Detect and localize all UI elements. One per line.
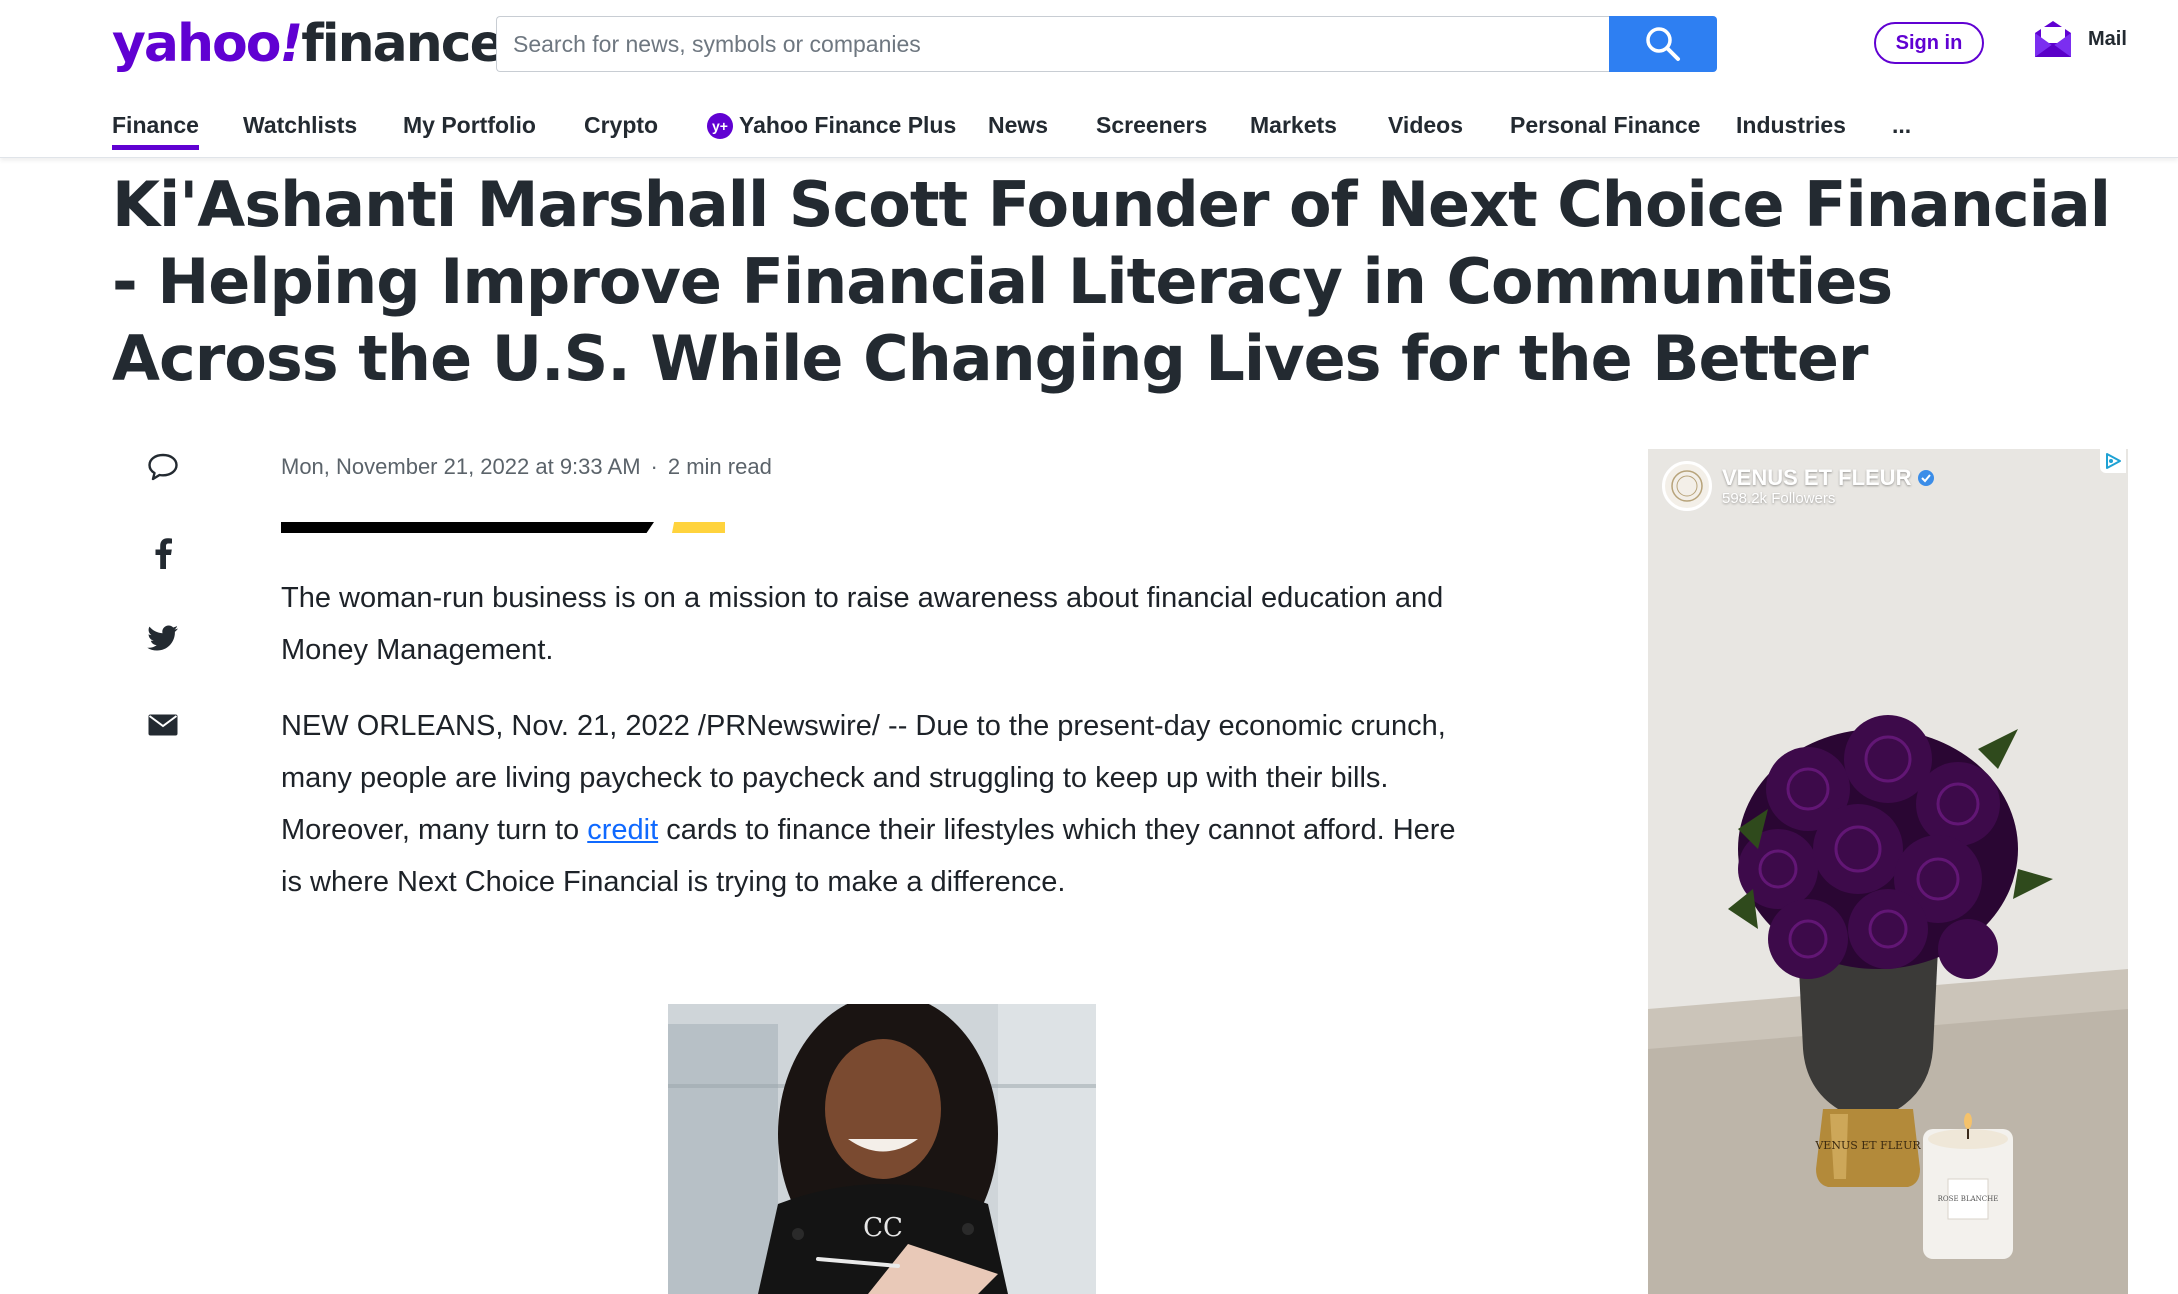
logo-finance-text: finance xyxy=(301,14,505,74)
article-summary: The woman-run business is on a mission t… xyxy=(281,582,1444,666)
search-input[interactable] xyxy=(496,16,1609,72)
mail-link[interactable]: Mail xyxy=(2032,18,2127,60)
vase-label: VENUS ET FLEUR xyxy=(1814,1139,1921,1152)
search-bar xyxy=(496,16,1717,72)
yahoo-finance-logo[interactable]: yahoo!finance xyxy=(112,14,505,74)
ad-brand-text: VENUS ET FLEUR xyxy=(1722,464,1912,490)
candle-label: ROSE BLANCHE xyxy=(1938,1195,1999,1203)
svg-text:CC: CC xyxy=(863,1213,903,1243)
article-meta: Mon, November 21, 2022 at 9:33 AM · 2 min … xyxy=(281,454,772,480)
nav-more-button[interactable]: ... xyxy=(1892,110,1911,150)
mail-label: Mail xyxy=(2088,27,2127,50)
logo-yahoo-text: yahoo xyxy=(112,14,281,74)
nav-item-screeners[interactable]: Screeners xyxy=(1096,110,1207,150)
logo-bang-text: ! xyxy=(279,14,303,74)
read-time: 2 min read xyxy=(667,454,772,479)
nav-item-label: Yahoo Finance Plus xyxy=(739,112,957,138)
ad-header[interactable]: VENUS ET FLEUR 598.2k Followers xyxy=(1662,461,1935,511)
site-header: yahoo!finance Sign in Mail xyxy=(0,0,2178,88)
comment-icon xyxy=(148,453,178,481)
sign-in-button[interactable]: Sign in xyxy=(1874,22,1984,64)
article-photo: CC xyxy=(668,1004,1096,1294)
yahoo-plus-icon: y+ xyxy=(707,113,733,139)
facebook-icon xyxy=(155,538,172,569)
sidebar-advertisement[interactable]: VENUS ET FLEUR ROSE BLANCHE VENUS ET FLE… xyxy=(1648,449,2128,1294)
search-icon xyxy=(1646,27,1680,61)
article-headline: Ki'Ashanti Marshall Scott Founder of Nex… xyxy=(112,168,2111,395)
nav-item-industries[interactable]: Industries xyxy=(1736,110,1846,150)
decorative-divider-yellow xyxy=(672,522,725,533)
article-date: Mon, November 21, 2022 at 9:33 AM xyxy=(281,454,641,479)
founder-portrait-image: CC xyxy=(668,1004,1096,1294)
nav-item-finance[interactable]: Finance xyxy=(112,110,199,150)
nav-item-my-portfolio[interactable]: My Portfolio xyxy=(403,110,536,150)
decorative-divider-black xyxy=(281,522,654,533)
nav-item-personal-finance[interactable]: Personal Finance xyxy=(1510,110,1700,150)
main-nav: Finance Watchlists My Portfolio Crypto y… xyxy=(0,100,2178,158)
share-facebook-button[interactable] xyxy=(146,536,180,570)
credit-link[interactable]: credit xyxy=(587,814,658,846)
share-twitter-button[interactable] xyxy=(146,622,180,656)
comments-button[interactable] xyxy=(146,450,180,484)
ad-followers: 598.2k Followers xyxy=(1722,489,1836,507)
ad-brand-name: VENUS ET FLEUR xyxy=(1722,464,1935,490)
meta-separator: · xyxy=(650,454,658,479)
article-body-paragraph: NEW ORLEANS, Nov. 21, 2022 /PRNewswire/ … xyxy=(281,700,1461,908)
ad-product-image: VENUS ET FLEUR ROSE BLANCHE xyxy=(1648,449,2128,1294)
nav-item-watchlists[interactable]: Watchlists xyxy=(243,110,357,150)
nav-item-markets[interactable]: Markets xyxy=(1250,110,1337,150)
nav-item-news[interactable]: News xyxy=(988,110,1048,150)
twitter-icon xyxy=(147,625,178,651)
share-email-button[interactable] xyxy=(146,708,180,742)
verified-badge-icon xyxy=(1918,469,1935,486)
mail-icon xyxy=(148,714,178,736)
ad-choices-button[interactable] xyxy=(2100,449,2126,473)
nav-item-crypto[interactable]: Crypto xyxy=(584,110,658,150)
brand-logo-icon xyxy=(1662,461,1712,511)
nav-item-yahoo-finance-plus[interactable]: y+ Yahoo Finance Plus xyxy=(707,110,956,150)
nav-item-videos[interactable]: Videos xyxy=(1388,110,1463,150)
mail-icon xyxy=(2035,21,2071,57)
search-button[interactable] xyxy=(1609,16,1717,72)
ad-choices-icon xyxy=(2106,453,2121,469)
